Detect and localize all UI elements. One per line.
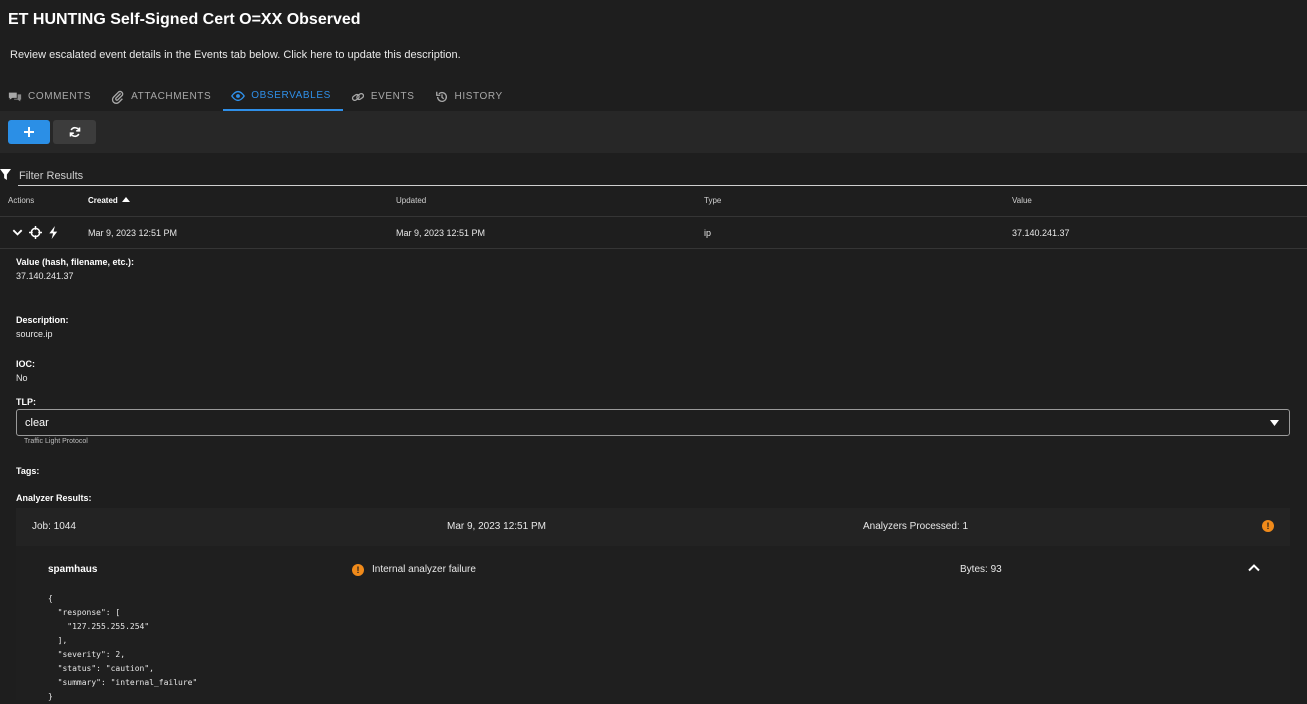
job-header[interactable]: Job: 1044 Mar 9, 2023 12:51 PM Analyzers… <box>16 508 1290 546</box>
job-id: Job: 1044 <box>32 521 76 532</box>
cell-value: 37.140.241.37 <box>1012 228 1070 238</box>
crosshairs-icon[interactable] <box>29 226 42 239</box>
tlp-hint: Traffic Light Protocol <box>24 438 88 445</box>
description-label: Description: <box>16 315 69 325</box>
refresh-icon <box>69 126 80 138</box>
chevron-down-icon[interactable] <box>11 226 24 239</box>
column-header-actions: Actions <box>8 196 35 205</box>
column-header-label: Created <box>88 196 118 205</box>
caret-down-icon <box>1270 420 1279 426</box>
case-description[interactable]: Review escalated event details in the Ev… <box>10 49 461 61</box>
filter-input[interactable] <box>18 166 1307 186</box>
tab-observables[interactable]: OBSERVABLES <box>223 82 343 111</box>
comments-icon <box>8 92 22 101</box>
tab-attachments[interactable]: ATTACHMENTS <box>103 82 223 111</box>
sort-up-icon <box>122 197 131 202</box>
tab-bar: COMMENTS ATTACHMENTS OBSERVABLES EVENTS … <box>0 82 515 111</box>
value-text: 37.140.241.37 <box>16 271 74 281</box>
cell-type: ip <box>704 228 712 238</box>
tab-label: HISTORY <box>454 91 503 102</box>
tags-label: Tags: <box>16 466 40 476</box>
tlp-selected-value: clear <box>25 417 49 429</box>
tab-label: EVENTS <box>370 91 415 102</box>
cell-created: Mar 9, 2023 12:51 PM <box>88 228 178 238</box>
warning-icon: ! <box>1262 520 1274 532</box>
job-date: Mar 9, 2023 12:51 PM <box>447 521 546 532</box>
chevron-up-icon[interactable] <box>1247 561 1261 575</box>
tab-label: ATTACHMENTS <box>131 91 212 102</box>
ioc-value[interactable]: No <box>16 373 28 383</box>
tab-events[interactable]: EVENTS <box>343 82 427 111</box>
value-label: Value (hash, filename, etc.): <box>16 257 135 267</box>
tab-label: COMMENTS <box>28 91 92 102</box>
row-actions <box>11 226 60 239</box>
analyzer-json-output: { "response": [ "127.255.255.254" ], "se… <box>48 594 198 701</box>
analyzer-status: Internal analyzer failure <box>372 564 476 575</box>
analyzer-bytes: Bytes: 93 <box>960 564 1002 575</box>
table-header: Actions Created Updated Type Value <box>0 190 1307 217</box>
eye-icon <box>231 90 246 101</box>
history-icon <box>435 91 447 102</box>
bolt-icon[interactable] <box>47 226 60 239</box>
add-observable-button[interactable] <box>8 120 50 144</box>
table-row[interactable]: Mar 9, 2023 12:51 PM Mar 9, 2023 12:51 P… <box>0 217 1307 249</box>
refresh-button[interactable] <box>53 120 96 144</box>
tab-history[interactable]: HISTORY <box>427 82 515 111</box>
filter-icon <box>0 169 11 180</box>
ioc-label: IOC: <box>16 359 35 369</box>
column-header-updated[interactable]: Updated <box>396 196 426 205</box>
tab-label: OBSERVABLES <box>251 90 331 101</box>
column-header-type[interactable]: Type <box>704 196 721 205</box>
cell-updated: Mar 9, 2023 12:51 PM <box>396 228 486 238</box>
tlp-label: TLP: <box>16 397 36 407</box>
column-header-value[interactable]: Value <box>1012 196 1032 205</box>
case-title: ET HUNTING Self-Signed Cert O=XX Observe… <box>8 11 361 28</box>
analyzer-result: spamhaus ! Internal analyzer failure Byt… <box>16 546 1290 701</box>
analyzer-results-label: Analyzer Results: <box>16 493 92 503</box>
link-icon <box>351 92 364 101</box>
tlp-select[interactable]: clear <box>16 409 1290 436</box>
paperclip-icon <box>112 90 124 104</box>
warning-icon: ! <box>352 564 364 576</box>
job-analyzers-processed: Analyzers Processed: 1 <box>863 521 969 532</box>
column-header-created[interactable]: Created <box>88 196 131 205</box>
analyzer-job-panel: Job: 1044 Mar 9, 2023 12:51 PM Analyzers… <box>16 508 1290 701</box>
plus-icon <box>24 127 34 137</box>
description-text[interactable]: source.ip <box>16 329 53 339</box>
tab-comments[interactable]: COMMENTS <box>0 82 103 111</box>
toolbar <box>0 111 1307 153</box>
analyzer-name: spamhaus <box>48 564 98 575</box>
